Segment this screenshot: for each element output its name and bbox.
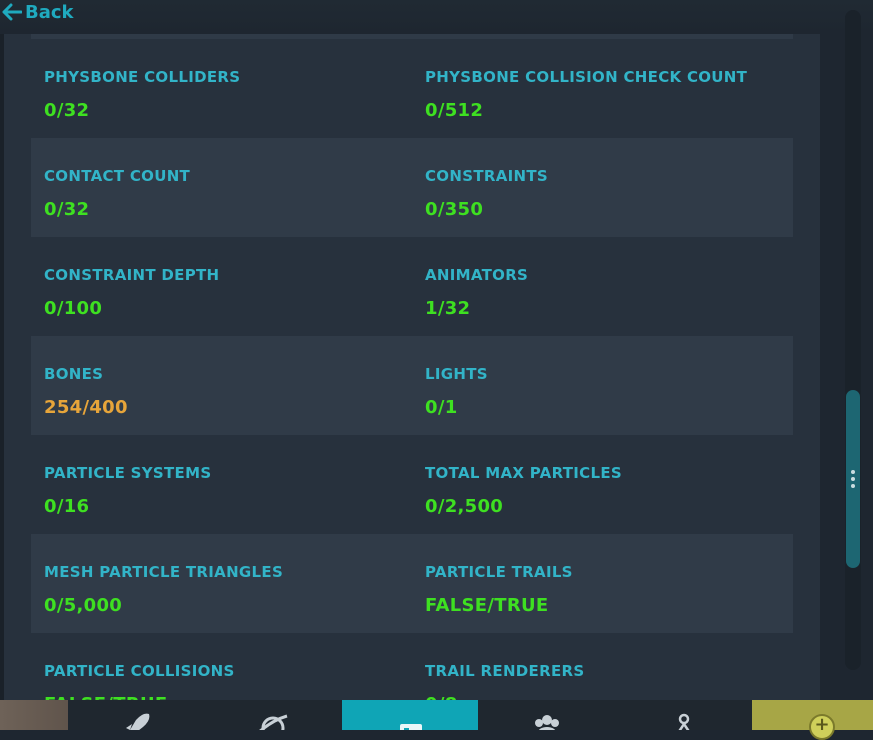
stat-value: 0/32	[44, 100, 90, 121]
stat-label: ANIMATORS	[425, 266, 529, 284]
stat-value: 0/16	[44, 496, 90, 517]
stat-row: PARTICLE SYSTEMS 0/16 TOTAL MAX PARTICLES 0…	[31, 435, 793, 534]
people-icon	[534, 715, 559, 730]
stat-value: 0/512	[425, 100, 484, 121]
stat-value: 0/2,500	[425, 496, 504, 517]
stat-value: 0/1	[425, 397, 458, 418]
back-label: Back	[25, 1, 74, 23]
avatar-card-icon	[399, 724, 422, 730]
stat-value: 0/32	[44, 199, 90, 220]
stat-label: MESH PARTICLE TRIANGLES	[44, 563, 284, 581]
top-bar	[0, 0, 873, 34]
stat-value: 254/400	[44, 397, 128, 418]
stat-value: 1/32	[425, 298, 471, 319]
stat-label: LIGHTS	[425, 365, 488, 383]
scroll-grip-icon	[851, 470, 855, 488]
stat-label: PARTICLE TRAILS	[425, 563, 573, 581]
tab-social[interactable]	[478, 700, 615, 730]
tab-launch[interactable]	[68, 700, 205, 730]
stat-label: TOTAL MAX PARTICLES	[425, 464, 622, 482]
bottom-nav	[68, 700, 752, 730]
stat-label: PHYSBONE COLLIDERS	[44, 68, 241, 86]
stat-row: BONES 254/400 LIGHTS 0/1	[31, 336, 793, 435]
stat-value: 0/350	[425, 199, 484, 220]
planet-icon	[259, 714, 288, 730]
add-button[interactable]: +	[752, 700, 873, 740]
rocket-icon	[126, 713, 150, 730]
stat-label: BONES	[44, 365, 104, 383]
stat-label: PHYSBONE COLLISION CHECK COUNT	[425, 68, 748, 86]
stat-label: PARTICLE COLLISIONS	[44, 662, 235, 680]
user-icon	[678, 713, 690, 730]
arrow-left-icon	[2, 3, 22, 21]
stats-panel: PHYSBONE COLLIDERS 0/32 PHYSBONE COLLISION…	[4, 34, 820, 700]
stat-value: 0/5,000	[44, 595, 123, 616]
tab-profile[interactable]	[615, 700, 752, 730]
stat-label: PARTICLE SYSTEMS	[44, 464, 212, 482]
stat-row: PARTICLE COLLISIONSFALSE/TRUETRAIL RENDE…	[31, 633, 793, 700]
stat-row: CONTACT COUNT 0/32 CONSTRAINTS 0/350	[31, 138, 793, 237]
stat-row: PHYSBONE COLLIDERS 0/32 PHYSBONE COLLISION…	[31, 39, 793, 138]
stat-label: CONTACT COUNT	[44, 167, 191, 185]
stat-label: TRAIL RENDERERS	[425, 662, 585, 680]
tab-worlds[interactable]	[205, 700, 342, 730]
tab-avatars[interactable]	[341, 700, 479, 730]
back-button[interactable]: Back	[2, 1, 74, 23]
scrollbar-track[interactable]	[845, 10, 861, 670]
stat-label: CONSTRAINT DEPTH	[44, 266, 220, 284]
stat-value: 0/100	[44, 298, 103, 319]
plus-icon: +	[809, 714, 835, 740]
stat-row: CONSTRAINT DEPTH 0/100 ANIMATORS 1/32	[31, 237, 793, 336]
stat-value: FALSE/TRUE	[425, 595, 549, 616]
stat-label: CONSTRAINTS	[425, 167, 548, 185]
stat-row: MESH PARTICLE TRIANGLES 0/5,000 PARTICLE T…	[31, 534, 793, 633]
